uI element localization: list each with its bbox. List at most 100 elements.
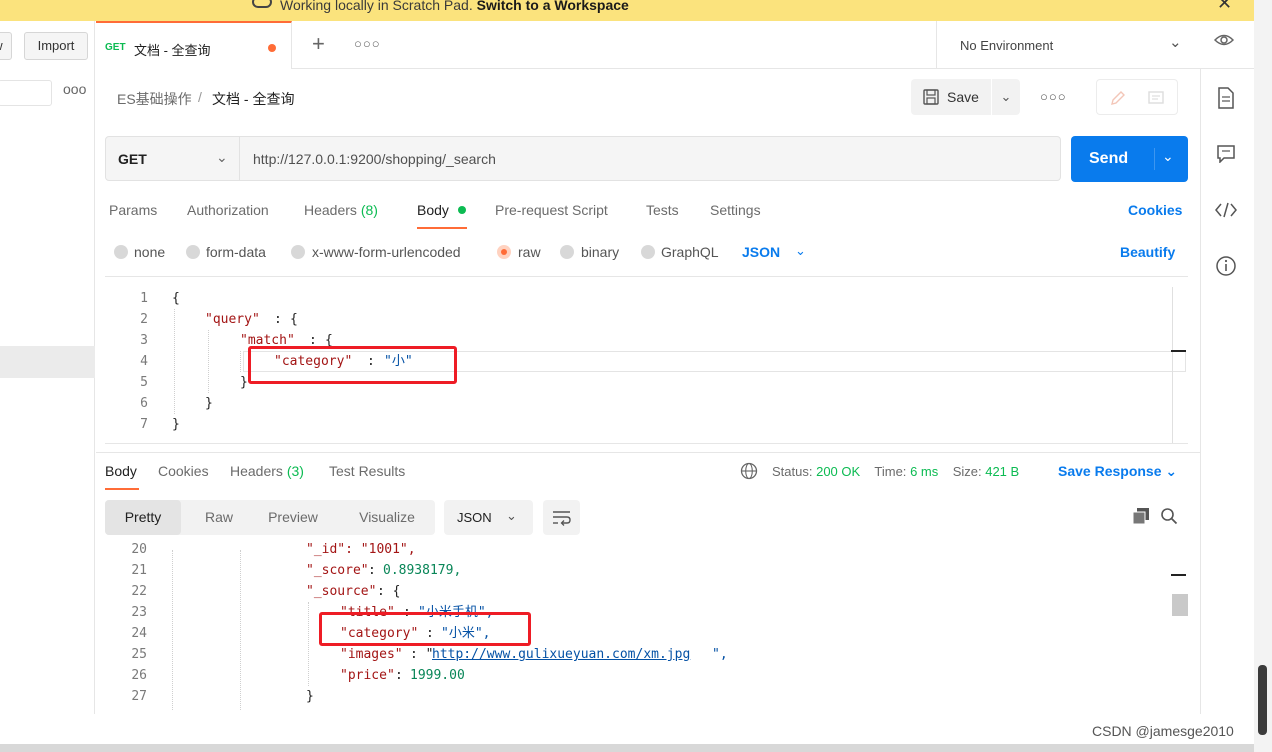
- tab-headers-label: Headers: [304, 202, 357, 218]
- send-label: Send: [1089, 150, 1129, 167]
- code-key-id: "_id": "1001",: [306, 542, 416, 557]
- time-value[interactable]: 6 ms: [910, 464, 938, 479]
- indent-guide: [174, 309, 175, 414]
- response-tab-test-results[interactable]: Test Results: [329, 463, 405, 479]
- sidebar-search-input[interactable]: [0, 80, 52, 106]
- tab-pre-request-script[interactable]: Pre-request Script: [495, 202, 608, 218]
- response-scrollbar-thumb[interactable]: [1172, 594, 1188, 616]
- sidebar-more-icon[interactable]: ooo: [63, 81, 86, 97]
- view-preview[interactable]: Preview: [255, 500, 331, 535]
- code-colon: : {: [377, 584, 401, 599]
- code-key-score: "_score": [306, 563, 369, 578]
- environment-selector[interactable]: No Environment ⌄: [936, 21, 1198, 69]
- line-number: 20: [131, 542, 147, 557]
- headers-count: (8): [360, 202, 378, 218]
- more-actions-icon[interactable]: ○○○: [1040, 89, 1067, 104]
- method-label: GET: [118, 151, 147, 167]
- copy-icon[interactable]: [1132, 507, 1150, 525]
- code-colon: :: [368, 563, 376, 578]
- response-tab-cookies[interactable]: Cookies: [158, 463, 209, 479]
- save-button[interactable]: Save: [911, 79, 991, 115]
- send-options-icon[interactable]: ⌄: [1162, 148, 1174, 165]
- cookies-link[interactable]: Cookies: [1128, 202, 1182, 218]
- eye-icon[interactable]: [1214, 33, 1234, 47]
- code-link-images[interactable]: http://www.gulixueyuan.com/xm.jpg: [432, 644, 690, 665]
- tab-request[interactable]: GET 文档 - 全查询: [96, 21, 292, 69]
- editor-scrollbar[interactable]: [1172, 287, 1173, 443]
- info-icon[interactable]: [1216, 256, 1236, 276]
- tab-settings[interactable]: Settings: [710, 202, 761, 218]
- response-tab-test-results-label: Test Results: [329, 463, 406, 479]
- response-body-viewer[interactable]: [105, 547, 1188, 714]
- body-format-select[interactable]: JSON: [742, 244, 780, 260]
- radio-none[interactable]: [114, 245, 128, 259]
- view-pretty[interactable]: Pretty: [105, 500, 181, 535]
- radio-binary[interactable]: [560, 245, 574, 259]
- response-tab-body-label: Body: [105, 463, 137, 479]
- save-response-button[interactable]: Save Response ⌄: [1058, 463, 1177, 480]
- beautify-link[interactable]: Beautify: [1120, 244, 1175, 260]
- size-value[interactable]: 421 B: [985, 464, 1019, 479]
- import-button[interactable]: Import: [24, 32, 88, 60]
- view-raw[interactable]: Raw: [189, 500, 249, 535]
- radio-graphql[interactable]: [641, 245, 655, 259]
- chevron-down-icon[interactable]: ⌄: [795, 243, 806, 259]
- send-button[interactable]: Send ⌄: [1071, 136, 1188, 182]
- window-scrollbar[interactable]: [1258, 665, 1267, 735]
- comments-icon[interactable]: [1217, 145, 1235, 163]
- pencil-icon[interactable]: [1109, 89, 1127, 107]
- tab-params-label: Params: [109, 202, 158, 218]
- sidebar: w Import ooo: [0, 21, 95, 714]
- documentation-icon[interactable]: [1217, 87, 1235, 109]
- response-format-select[interactable]: JSON ⌄: [444, 500, 533, 535]
- breadcrumb-current: 文档 - 全查询: [212, 91, 295, 107]
- comment-icon[interactable]: [1147, 89, 1165, 107]
- tab-params[interactable]: Params: [109, 202, 157, 218]
- wrap-lines-button[interactable]: [543, 500, 580, 535]
- radio-urlencoded[interactable]: [291, 245, 305, 259]
- radio-form-data[interactable]: [186, 245, 200, 259]
- tab-title: 文档 - 全查询: [134, 43, 211, 58]
- response-tab-headers[interactable]: Headers (3): [230, 463, 304, 479]
- status-value[interactable]: 200 OK: [816, 464, 860, 479]
- code-icon[interactable]: [1215, 202, 1237, 218]
- code-quote: ",: [712, 647, 728, 662]
- close-icon[interactable]: ✕: [1217, 0, 1232, 14]
- view-visualize[interactable]: Visualize: [345, 500, 429, 535]
- response-tab-body[interactable]: Body: [105, 463, 137, 479]
- method-select[interactable]: GET ⌄: [105, 136, 240, 181]
- url-input[interactable]: http://127.0.0.1:9200/shopping/_search: [240, 136, 1061, 181]
- code-colon: :: [395, 668, 403, 683]
- radio-urlencoded-label: x-www-form-urlencoded: [312, 244, 461, 260]
- breadcrumb-collection[interactable]: ES基础操作: [117, 89, 192, 109]
- switch-workspace-link[interactable]: Switch to a Workspace: [477, 0, 629, 13]
- line-number: 22: [131, 584, 147, 599]
- sidebar-selected-item[interactable]: [0, 346, 95, 378]
- tab-body-label: Body: [417, 202, 449, 218]
- banner-text: Working locally in Scratch Pad. Switch t…: [280, 0, 629, 13]
- new-tab-icon[interactable]: +: [312, 31, 325, 57]
- globe-icon[interactable]: [740, 462, 758, 480]
- code-brace: {: [172, 291, 180, 306]
- code-key-price: "price": [340, 668, 395, 683]
- line-number: 23: [131, 605, 147, 620]
- chevron-down-icon: ⌄: [1165, 463, 1178, 479]
- code-brace: }: [306, 689, 314, 704]
- response-headers-count: (3): [286, 463, 304, 479]
- response-divider: [96, 452, 1200, 453]
- active-tab-underline: [105, 488, 139, 490]
- radio-raw[interactable]: [497, 245, 511, 259]
- save-dropdown-icon[interactable]: ⌄: [992, 79, 1020, 115]
- tab-settings-label: Settings: [710, 202, 761, 218]
- editor-scroll-marker: [1171, 350, 1186, 352]
- tab-body[interactable]: Body: [417, 202, 449, 218]
- tab-authorization[interactable]: Authorization: [187, 202, 269, 218]
- active-tab-underline: [417, 227, 467, 229]
- search-icon[interactable]: [1160, 507, 1178, 525]
- tab-tests[interactable]: Tests: [646, 202, 679, 218]
- breadcrumb-separator: /: [198, 89, 202, 105]
- new-button[interactable]: w: [0, 32, 12, 60]
- tab-more-icon[interactable]: ○○○: [354, 36, 381, 51]
- tab-headers[interactable]: Headers (8): [304, 202, 378, 218]
- code-brace: {: [290, 312, 298, 327]
